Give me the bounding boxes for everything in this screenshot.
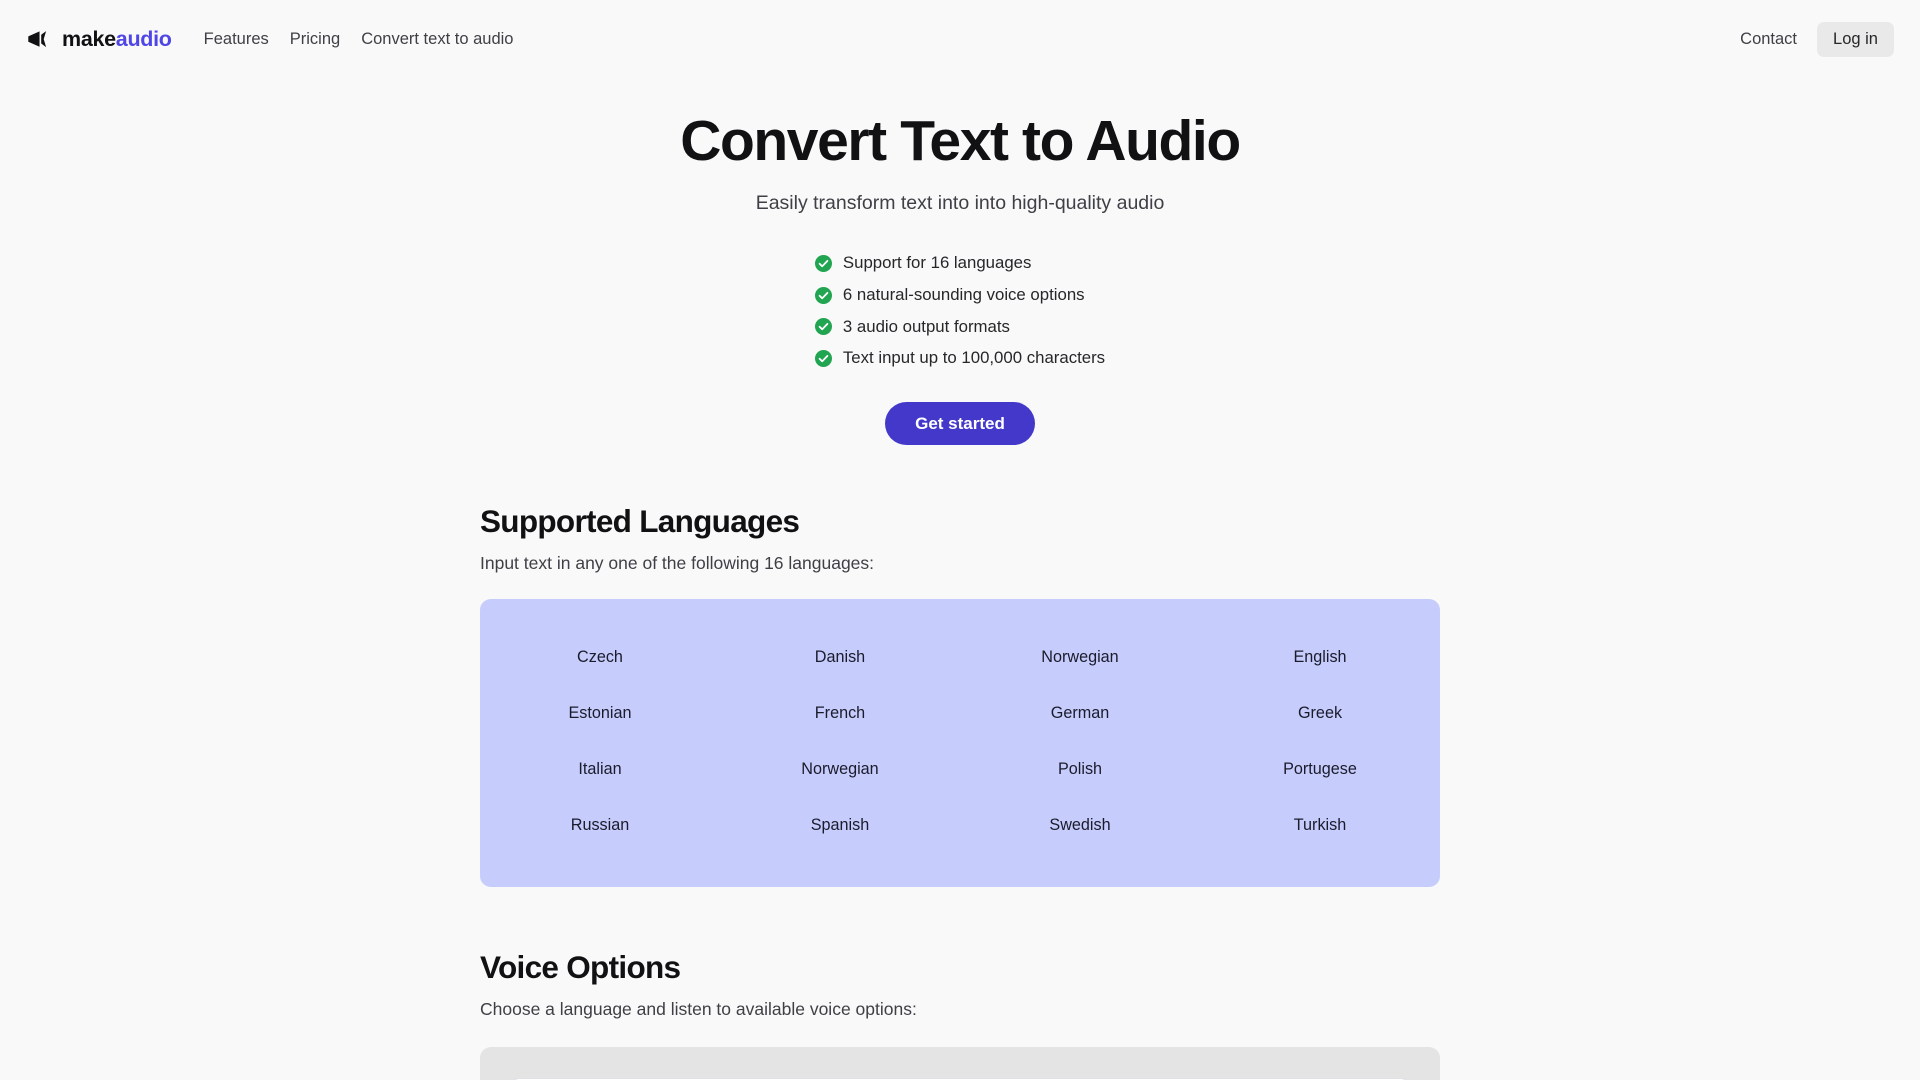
nav-link-pricing[interactable]: Pricing — [290, 31, 340, 48]
feature-label: Support for 16 languages — [842, 253, 1032, 273]
language-item: Estonian — [568, 704, 632, 723]
language-item: Turkish — [1293, 816, 1347, 835]
feature-label: 3 audio output formats — [842, 316, 1010, 336]
voices-section-title: Voice Options — [480, 949, 681, 986]
language-item: Russian — [570, 816, 630, 835]
language-item: Swedish — [1049, 816, 1111, 835]
hero-section: Convert Text to Audio Easily transform t… — [0, 79, 1920, 445]
language-item: Italian — [578, 760, 622, 779]
login-button[interactable]: Log in — [1817, 22, 1894, 57]
language-item: Polish — [1057, 760, 1103, 779]
feature-label: Text input up to 100,000 characters — [842, 348, 1106, 368]
brand-name-accent: audio — [115, 26, 172, 51]
get-started-button[interactable]: Get started — [885, 401, 1035, 445]
check-circle-icon — [814, 318, 832, 336]
primary-nav-links: Features Pricing Convert text to audio — [204, 31, 514, 48]
brand-name-primary: make — [62, 26, 116, 51]
voice-options-card: English — [480, 1046, 1440, 1080]
language-item: Norwegian — [801, 760, 879, 779]
top-navigation-bar: makeaudio Features Pricing Convert text … — [0, 0, 1920, 79]
feature-list-item: 6 natural-sounding voice options — [814, 284, 1105, 307]
megaphone-icon — [26, 27, 51, 52]
language-item: Spanish — [810, 816, 870, 835]
languages-section-subtitle: Input text in any one of the following 1… — [480, 552, 875, 573]
languages-section-title: Supported Languages — [480, 502, 800, 539]
cta-container: Get started — [0, 401, 1920, 445]
feature-label: 6 natural-sounding voice options — [842, 284, 1085, 304]
feature-list-item: Support for 16 languages — [814, 252, 1105, 275]
nav-link-features[interactable]: Features — [204, 31, 269, 48]
language-item: Greek — [1297, 704, 1343, 723]
brand-logo-link[interactable]: makeaudio — [26, 27, 172, 52]
page-title: Convert Text to Audio — [680, 109, 1241, 173]
voices-section-subtitle: Choose a language and listen to availabl… — [480, 999, 917, 1020]
brand-name: makeaudio — [62, 26, 172, 51]
language-item: Danish — [814, 648, 866, 667]
supported-languages-section: Supported Languages Input text in any on… — [480, 445, 1440, 888]
check-circle-icon — [814, 350, 832, 368]
languages-grid: Czech Danish Norwegian English Estonian … — [480, 629, 1440, 853]
language-item: Portugese — [1283, 760, 1357, 779]
voice-options-section: Voice Options Choose a language and list… — [480, 887, 1440, 1080]
language-item: English — [1293, 648, 1347, 667]
nav-right-group: Contact Log in — [1734, 22, 1894, 57]
languages-card: Czech Danish Norwegian English Estonian … — [480, 599, 1440, 888]
feature-list-item: Text input up to 100,000 characters — [814, 347, 1106, 370]
language-item: Czech — [577, 648, 623, 667]
feature-list-item: 3 audio output formats — [814, 316, 1105, 339]
nav-link-contact[interactable]: Contact — [1734, 30, 1803, 49]
language-item: Norwegian — [1041, 648, 1119, 667]
language-item: German — [1050, 704, 1110, 723]
check-circle-icon — [814, 255, 832, 272]
page-subtitle: Easily transform text into into high-qua… — [755, 191, 1165, 214]
language-item: French — [814, 704, 866, 723]
check-circle-icon — [814, 286, 832, 304]
nav-link-convert-text-to-audio[interactable]: Convert text to audio — [361, 31, 513, 48]
feature-list: Support for 16 languages 6 natural-sound… — [814, 252, 1106, 370]
